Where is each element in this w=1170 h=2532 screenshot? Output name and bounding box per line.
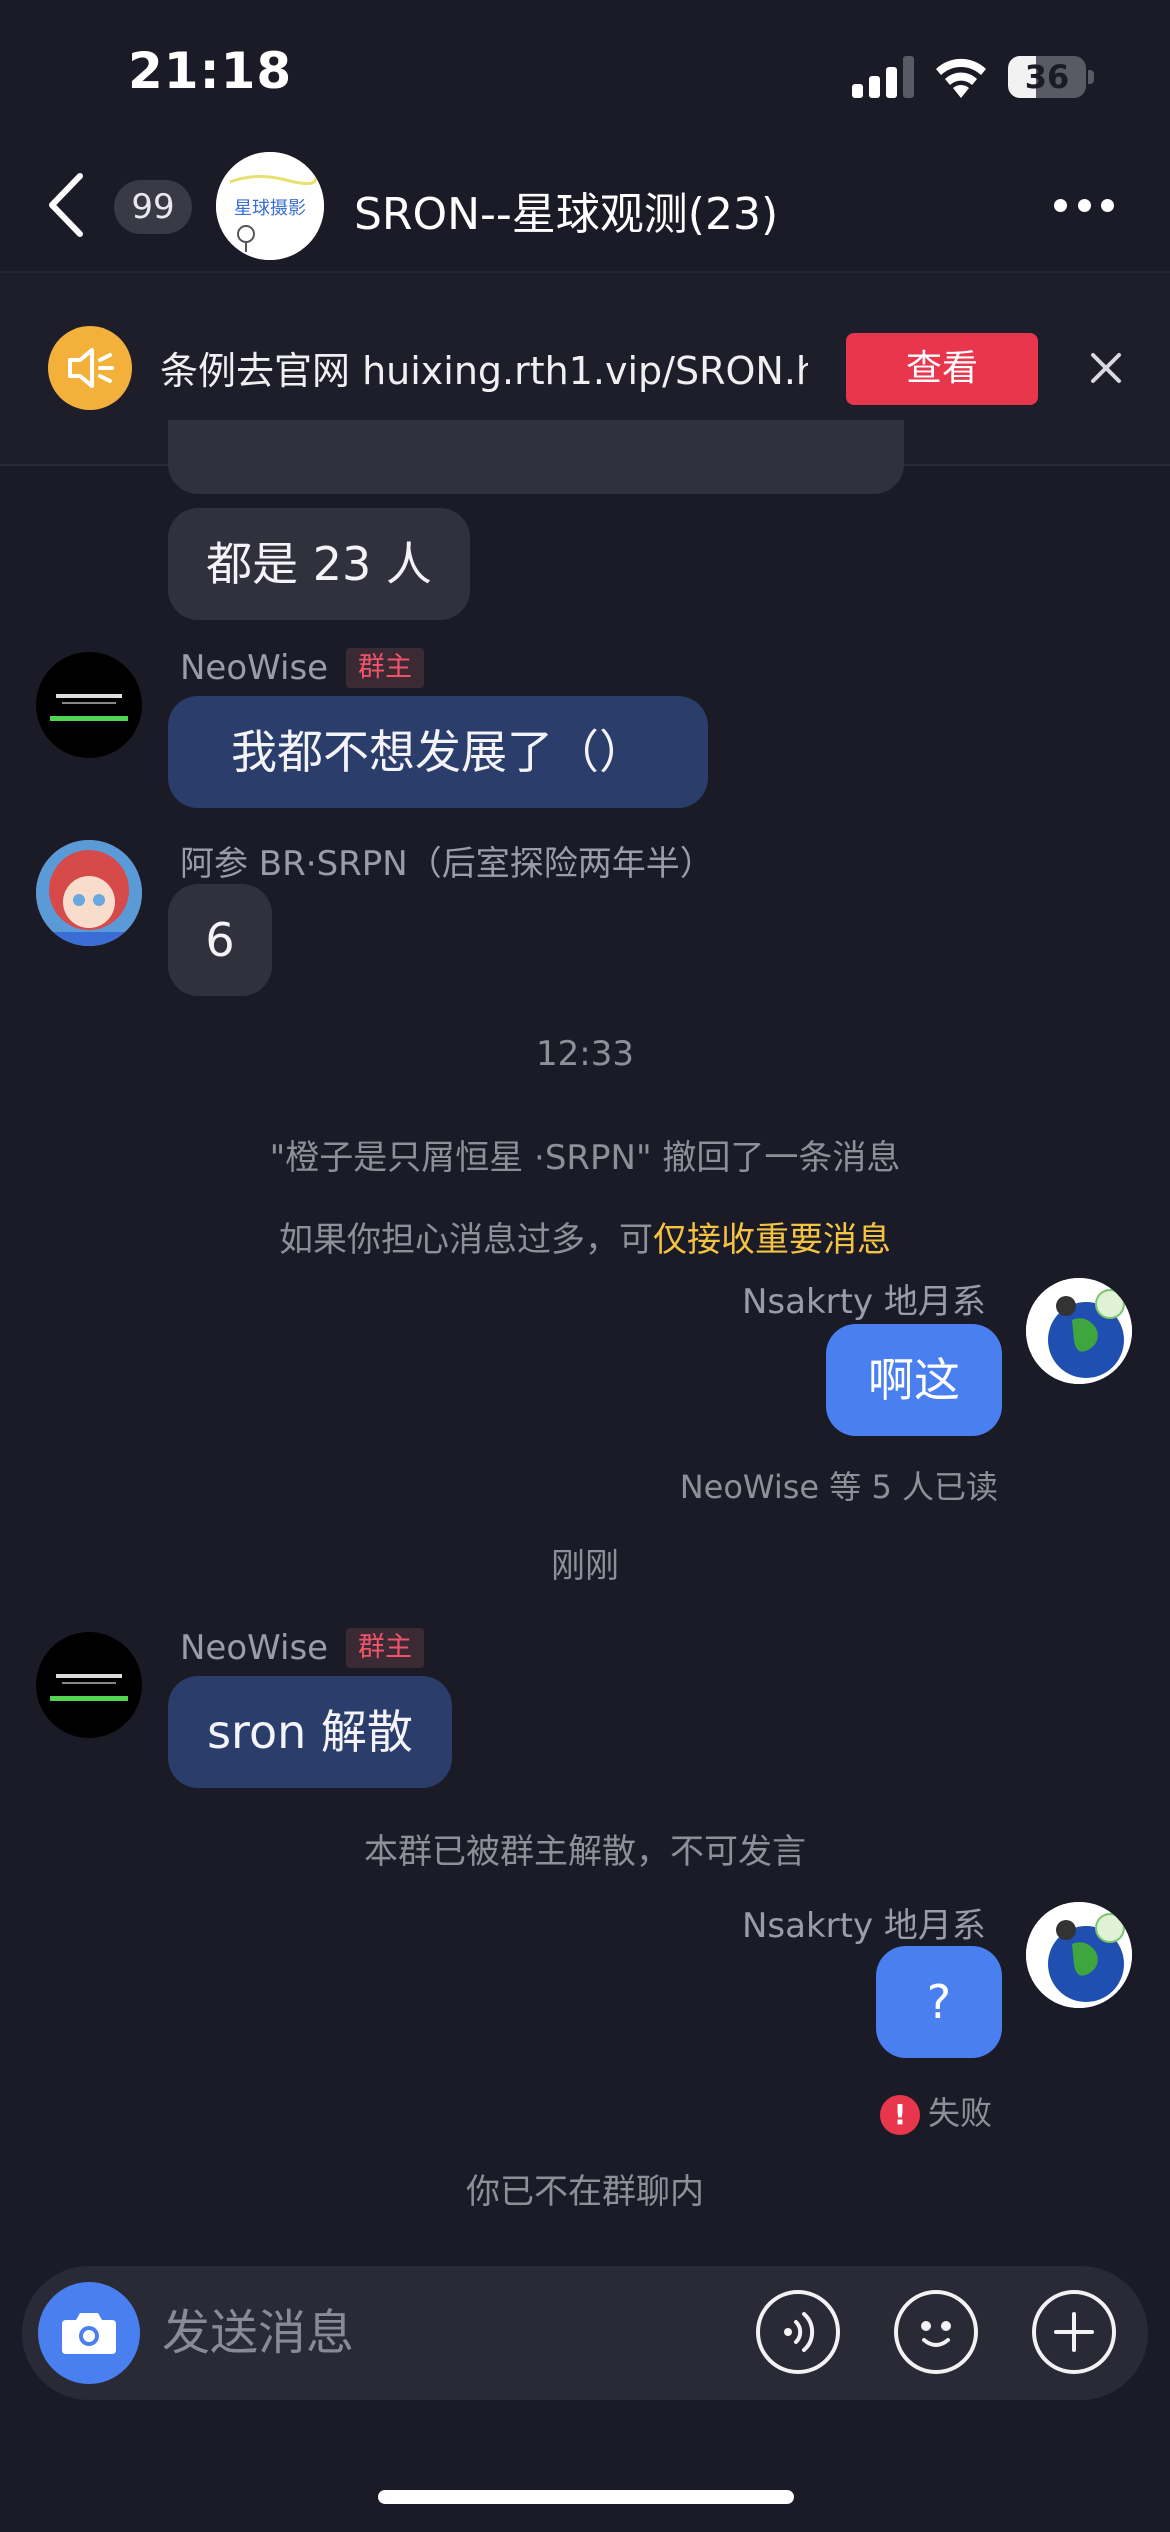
home-indicator[interactable] [378,2490,794,2504]
group-avatar-text: 星球摄影 [234,198,306,219]
group-title[interactable]: SRON--星球观测(23) [354,178,778,242]
owner-tag: 群主 [346,1628,424,1668]
message-bubble[interactable]: 我都不想发展了（） [168,696,708,808]
fail-label: 失败 [928,2094,993,2132]
view-announcement-button[interactable]: 查看 [846,333,1038,405]
timestamp: 12:33 [536,1034,634,1074]
group-avatar-image: 星球摄影 [216,152,324,260]
read-receipt[interactable]: NeoWise 等 5 人已读 [680,1462,998,1508]
battery-percent: 36 [1024,58,1070,96]
message-input[interactable] [162,2296,722,2370]
disband-notice: 本群已被群主解散，不可发言 [364,1832,806,1872]
sender-name: 阿参 BR·SRPN（后室探险两年半） [180,844,714,884]
battery-indicator: 36 [1008,56,1094,98]
timestamp: 刚刚 [551,1546,619,1586]
tip-notice: 如果你担心消息过多，可仅接收重要消息 [0,1212,1170,1261]
error-icon: ! [880,2095,920,2135]
camera-icon[interactable] [38,2282,140,2384]
status-time: 21:18 [128,42,293,100]
plus-icon[interactable] [1032,2290,1116,2374]
back-icon[interactable] [44,170,88,240]
avatar[interactable] [36,1632,142,1738]
my-message-bubble[interactable]: ? [876,1946,1002,2058]
message-bubble-partial[interactable] [168,420,904,494]
sender-name: Nsakrty 地月系 [742,1906,986,1946]
send-failed-status[interactable]: ! 失败 [880,2088,992,2135]
sender-name: NeoWise [180,648,329,688]
signal-icon [852,56,914,98]
group-avatar[interactable]: 星球摄影 [216,152,324,260]
my-avatar[interactable] [1026,1902,1132,2008]
avatar[interactable] [36,652,142,758]
message-bubble[interactable]: 6 [168,884,272,996]
sender-name: NeoWise [180,1628,329,1668]
announcement-text[interactable]: 条例去官网 huixing.rth1.vip/SRON.html [160,340,808,395]
wifi-icon [936,58,986,98]
unread-badge[interactable]: 99 [114,180,192,234]
recall-notice: "橙子是只屑恒星 ·SRPN" 撤回了一条消息 [269,1138,901,1178]
sender-name: Nsakrty 地月系 [742,1282,986,1322]
voice-icon[interactable] [756,2290,840,2374]
important-only-link[interactable]: 仅接收重要消息 [653,1220,891,1260]
my-message-bubble[interactable]: 啊这 [826,1324,1002,1436]
my-avatar[interactable] [1026,1278,1132,1384]
owner-tag: 群主 [346,648,424,688]
tip-prefix: 如果你担心消息过多，可 [279,1220,653,1260]
avatar[interactable] [36,840,142,946]
close-icon[interactable] [1090,350,1122,386]
not-in-group-notice: 你已不在群聊内 [466,2172,704,2212]
emoji-icon[interactable] [894,2290,978,2374]
message-bubble[interactable]: sron 解散 [168,1676,452,1788]
more-icon[interactable] [1054,196,1114,216]
speaker-icon [48,326,132,410]
message-bubble[interactable]: 都是 23 人 [168,508,470,620]
